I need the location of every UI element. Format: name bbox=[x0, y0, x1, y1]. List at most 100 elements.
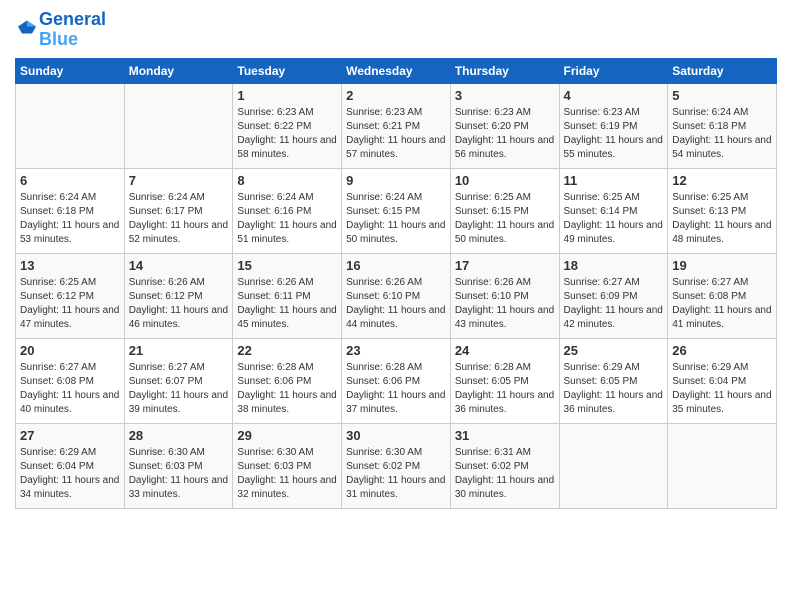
calendar-cell: 31 Sunrise: 6:31 AMSunset: 6:02 PMDayligh… bbox=[450, 423, 559, 508]
day-number: 2 bbox=[346, 88, 446, 103]
day-number: 23 bbox=[346, 343, 446, 358]
calendar-cell: 17 Sunrise: 6:26 AMSunset: 6:10 PMDayligh… bbox=[450, 253, 559, 338]
day-info: Sunrise: 6:23 AMSunset: 6:21 PMDaylight:… bbox=[346, 106, 446, 162]
day-info: Sunrise: 6:30 AMSunset: 6:03 PMDaylight:… bbox=[129, 446, 229, 502]
day-number: 6 bbox=[20, 173, 120, 188]
day-number: 7 bbox=[129, 173, 229, 188]
calendar-cell: 23 Sunrise: 6:28 AMSunset: 6:06 PMDayligh… bbox=[342, 338, 451, 423]
day-number: 5 bbox=[672, 88, 772, 103]
calendar-cell: 19 Sunrise: 6:27 AMSunset: 6:08 PMDayligh… bbox=[668, 253, 777, 338]
day-info: Sunrise: 6:29 AMSunset: 6:05 PMDaylight:… bbox=[564, 361, 664, 417]
day-info: Sunrise: 6:26 AMSunset: 6:12 PMDaylight:… bbox=[129, 276, 229, 332]
calendar-cell: 11 Sunrise: 6:25 AMSunset: 6:14 PMDayligh… bbox=[559, 168, 668, 253]
header-day-monday: Monday bbox=[124, 58, 233, 83]
day-info: Sunrise: 6:23 AMSunset: 6:22 PMDaylight:… bbox=[237, 106, 337, 162]
day-number: 25 bbox=[564, 343, 664, 358]
day-info: Sunrise: 6:28 AMSunset: 6:06 PMDaylight:… bbox=[237, 361, 337, 417]
header-day-thursday: Thursday bbox=[450, 58, 559, 83]
day-number: 17 bbox=[455, 258, 555, 273]
day-number: 22 bbox=[237, 343, 337, 358]
calendar-body: 1Sunrise: 6:23 AMSunset: 6:22 PMDaylight… bbox=[16, 83, 777, 508]
page-header: GeneralBlue bbox=[15, 10, 777, 50]
day-number: 4 bbox=[564, 88, 664, 103]
calendar-cell: 13 Sunrise: 6:25 AMSunset: 6:12 PMDayligh… bbox=[16, 253, 125, 338]
calendar-cell: 30 Sunrise: 6:30 AMSunset: 6:02 PMDayligh… bbox=[342, 423, 451, 508]
day-number: 14 bbox=[129, 258, 229, 273]
calendar-cell: 12Sunrise: 6:25 AMSunset: 6:13 PMDayligh… bbox=[668, 168, 777, 253]
day-number: 11 bbox=[564, 173, 664, 188]
header-day-saturday: Saturday bbox=[668, 58, 777, 83]
day-info: Sunrise: 6:27 AMSunset: 6:08 PMDaylight:… bbox=[672, 276, 772, 332]
logo-general: GeneralBlue bbox=[39, 10, 106, 50]
day-number: 28 bbox=[129, 428, 229, 443]
calendar-cell: 4 Sunrise: 6:23 AMSunset: 6:19 PMDaylight… bbox=[559, 83, 668, 168]
day-number: 19 bbox=[672, 258, 772, 273]
day-info: Sunrise: 6:24 AMSunset: 6:16 PMDaylight:… bbox=[237, 191, 337, 247]
calendar-cell: 21Sunrise: 6:27 AMSunset: 6:07 PMDayligh… bbox=[124, 338, 233, 423]
calendar-cell: 5 Sunrise: 6:24 AMSunset: 6:18 PMDaylight… bbox=[668, 83, 777, 168]
header-row: SundayMondayTuesdayWednesdayThursdayFrid… bbox=[16, 58, 777, 83]
calendar-cell: 27Sunrise: 6:29 AMSunset: 6:04 PMDayligh… bbox=[16, 423, 125, 508]
day-info: Sunrise: 6:25 AMSunset: 6:14 PMDaylight:… bbox=[564, 191, 664, 247]
calendar-cell: 24Sunrise: 6:28 AMSunset: 6:05 PMDayligh… bbox=[450, 338, 559, 423]
day-number: 18 bbox=[564, 258, 664, 273]
day-number: 10 bbox=[455, 173, 555, 188]
calendar-cell: 20 Sunrise: 6:27 AMSunset: 6:08 PMDayligh… bbox=[16, 338, 125, 423]
day-info: Sunrise: 6:23 AMSunset: 6:20 PMDaylight:… bbox=[455, 106, 555, 162]
day-info: Sunrise: 6:28 AMSunset: 6:06 PMDaylight:… bbox=[346, 361, 446, 417]
calendar-cell bbox=[124, 83, 233, 168]
calendar-header: SundayMondayTuesdayWednesdayThursdayFrid… bbox=[16, 58, 777, 83]
calendar-cell: 25 Sunrise: 6:29 AMSunset: 6:05 PMDayligh… bbox=[559, 338, 668, 423]
day-info: Sunrise: 6:30 AMSunset: 6:02 PMDaylight:… bbox=[346, 446, 446, 502]
calendar-cell: 7 Sunrise: 6:24 AMSunset: 6:17 PMDaylight… bbox=[124, 168, 233, 253]
day-info: Sunrise: 6:26 AMSunset: 6:10 PMDaylight:… bbox=[455, 276, 555, 332]
day-number: 9 bbox=[346, 173, 446, 188]
day-info: Sunrise: 6:23 AMSunset: 6:19 PMDaylight:… bbox=[564, 106, 664, 162]
day-info: Sunrise: 6:30 AMSunset: 6:03 PMDaylight:… bbox=[237, 446, 337, 502]
day-number: 20 bbox=[20, 343, 120, 358]
header-day-sunday: Sunday bbox=[16, 58, 125, 83]
day-number: 26 bbox=[672, 343, 772, 358]
day-info: Sunrise: 6:27 AMSunset: 6:09 PMDaylight:… bbox=[564, 276, 664, 332]
calendar-cell: 6 Sunrise: 6:24 AMSunset: 6:18 PMDaylight… bbox=[16, 168, 125, 253]
week-row-4: 27Sunrise: 6:29 AMSunset: 6:04 PMDayligh… bbox=[16, 423, 777, 508]
calendar-cell: 10 Sunrise: 6:25 AMSunset: 6:15 PMDayligh… bbox=[450, 168, 559, 253]
day-number: 13 bbox=[20, 258, 120, 273]
day-number: 27 bbox=[20, 428, 120, 443]
header-day-tuesday: Tuesday bbox=[233, 58, 342, 83]
calendar-cell bbox=[668, 423, 777, 508]
day-info: Sunrise: 6:24 AMSunset: 6:15 PMDaylight:… bbox=[346, 191, 446, 247]
day-info: Sunrise: 6:25 AMSunset: 6:15 PMDaylight:… bbox=[455, 191, 555, 247]
header-day-wednesday: Wednesday bbox=[342, 58, 451, 83]
week-row-0: 1Sunrise: 6:23 AMSunset: 6:22 PMDaylight… bbox=[16, 83, 777, 168]
day-number: 30 bbox=[346, 428, 446, 443]
week-row-3: 20 Sunrise: 6:27 AMSunset: 6:08 PMDayligh… bbox=[16, 338, 777, 423]
day-number: 15 bbox=[237, 258, 337, 273]
day-info: Sunrise: 6:27 AMSunset: 6:08 PMDaylight:… bbox=[20, 361, 120, 417]
logo: GeneralBlue bbox=[15, 10, 106, 50]
week-row-2: 13 Sunrise: 6:25 AMSunset: 6:12 PMDayligh… bbox=[16, 253, 777, 338]
calendar-table: SundayMondayTuesdayWednesdayThursdayFrid… bbox=[15, 58, 777, 509]
calendar-cell: 9 Sunrise: 6:24 AMSunset: 6:15 PMDaylight… bbox=[342, 168, 451, 253]
day-info: Sunrise: 6:31 AMSunset: 6:02 PMDaylight:… bbox=[455, 446, 555, 502]
calendar-cell: 8Sunrise: 6:24 AMSunset: 6:16 PMDaylight… bbox=[233, 168, 342, 253]
calendar-cell: 26Sunrise: 6:29 AMSunset: 6:04 PMDayligh… bbox=[668, 338, 777, 423]
day-number: 16 bbox=[346, 258, 446, 273]
logo-icon bbox=[17, 17, 37, 37]
calendar-cell: 22 Sunrise: 6:28 AMSunset: 6:06 PMDayligh… bbox=[233, 338, 342, 423]
day-info: Sunrise: 6:24 AMSunset: 6:18 PMDaylight:… bbox=[672, 106, 772, 162]
day-number: 21 bbox=[129, 343, 229, 358]
day-info: Sunrise: 6:25 AMSunset: 6:12 PMDaylight:… bbox=[20, 276, 120, 332]
calendar-cell: 18 Sunrise: 6:27 AMSunset: 6:09 PMDayligh… bbox=[559, 253, 668, 338]
day-number: 24 bbox=[455, 343, 555, 358]
calendar-cell: 15 Sunrise: 6:26 AMSunset: 6:11 PMDayligh… bbox=[233, 253, 342, 338]
day-info: Sunrise: 6:25 AMSunset: 6:13 PMDaylight:… bbox=[672, 191, 772, 247]
calendar-cell bbox=[16, 83, 125, 168]
calendar-cell: 14 Sunrise: 6:26 AMSunset: 6:12 PMDayligh… bbox=[124, 253, 233, 338]
day-info: Sunrise: 6:24 AMSunset: 6:18 PMDaylight:… bbox=[20, 191, 120, 247]
calendar-cell bbox=[559, 423, 668, 508]
day-info: Sunrise: 6:24 AMSunset: 6:17 PMDaylight:… bbox=[129, 191, 229, 247]
day-info: Sunrise: 6:26 AMSunset: 6:11 PMDaylight:… bbox=[237, 276, 337, 332]
calendar-cell: 1Sunrise: 6:23 AMSunset: 6:22 PMDaylight… bbox=[233, 83, 342, 168]
day-number: 31 bbox=[455, 428, 555, 443]
